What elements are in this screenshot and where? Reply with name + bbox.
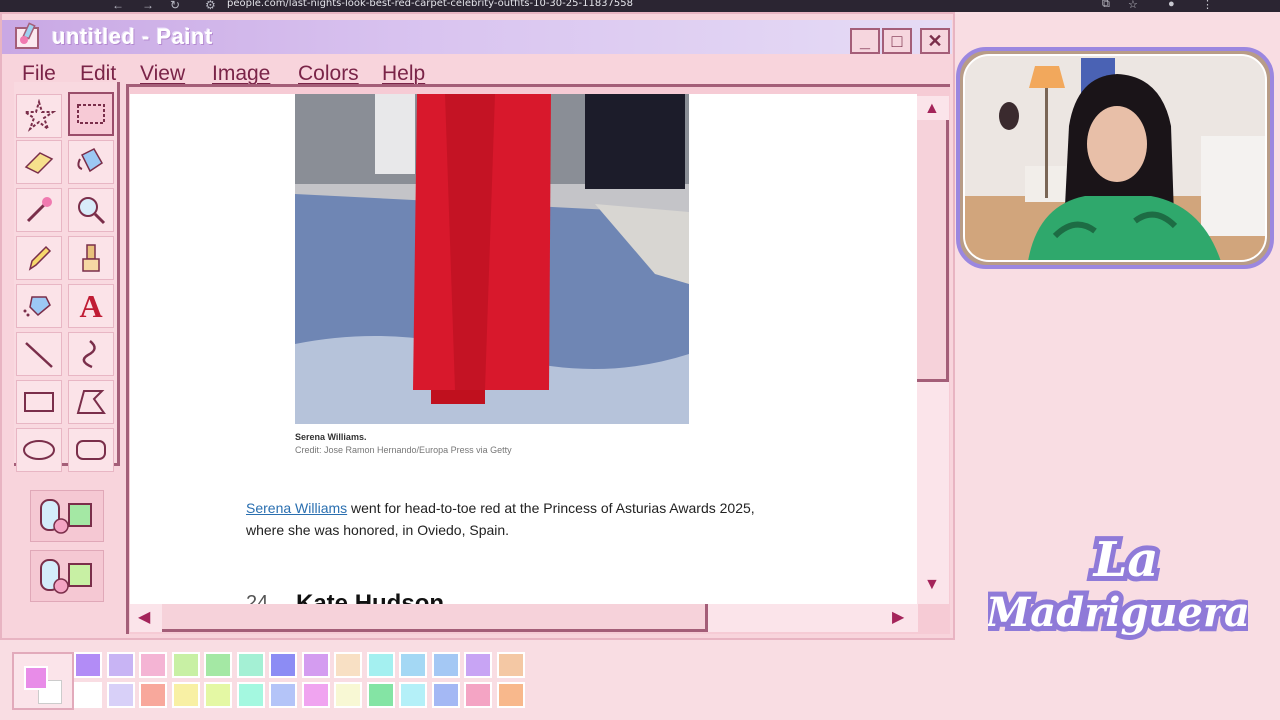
article-photo — [295, 94, 689, 424]
palette-swatch[interactable] — [431, 682, 460, 708]
menu-view[interactable]: View — [140, 62, 185, 86]
streamer-video — [965, 56, 1265, 260]
palette-swatch[interactable] — [431, 652, 460, 678]
vertical-scrollbar[interactable]: ▲ ▼ — [917, 96, 949, 604]
opaque-option-button[interactable] — [30, 550, 104, 602]
title-bar: untitled - Paint _ □ ✕ — [2, 20, 952, 54]
palette-swatch[interactable] — [334, 652, 362, 678]
rectangle-icon[interactable] — [16, 380, 62, 424]
scroll-right-icon[interactable]: ▶ — [892, 607, 904, 627]
palette-swatch[interactable] — [496, 682, 525, 708]
airbrush-icon[interactable] — [16, 284, 62, 328]
palette-swatch[interactable] — [366, 682, 395, 708]
menu-help[interactable]: Help — [382, 62, 425, 86]
polygon-icon[interactable] — [68, 380, 114, 424]
address-bar[interactable]: people.com/last-nights-look-best-red-car… — [227, 0, 633, 9]
palette-swatch[interactable] — [301, 682, 330, 708]
eraser-icon[interactable] — [16, 140, 62, 184]
shapes-opaque-icon — [40, 499, 92, 534]
article-paragraph: Serena Williams went for head-to-toe red… — [246, 497, 766, 541]
brush-icon[interactable] — [68, 236, 114, 280]
palette-swatch[interactable] — [269, 652, 297, 678]
celebrity-link[interactable]: Serena Williams — [246, 500, 347, 516]
pencil-icon[interactable] — [16, 236, 62, 280]
palette-swatch[interactable] — [301, 652, 330, 678]
profile-icon[interactable]: ● — [1168, 0, 1175, 10]
palette-swatch[interactable] — [464, 652, 492, 678]
minimize-button[interactable]: _ — [850, 28, 880, 54]
toolbox: A — [14, 82, 120, 472]
arrow-left-icon[interactable]: ← — [112, 0, 124, 12]
logo-line-2: Madriguera — [988, 589, 1248, 636]
vertical-scroll-thumb[interactable] — [917, 120, 949, 382]
photo-credit: Credit: Jose Ramon Hernando/Europa Press… — [295, 445, 512, 455]
color-picker-icon[interactable] — [16, 188, 62, 232]
palette-swatch[interactable] — [236, 682, 265, 708]
curve-icon[interactable] — [68, 332, 114, 376]
rect-select-icon[interactable] — [68, 92, 114, 136]
palette-swatch[interactable] — [236, 652, 265, 678]
browser-bar: ← → ↻ ⚙ people.com/last-nights-look-best… — [0, 0, 1280, 12]
shapes-transparent-icon — [40, 559, 92, 594]
window-title: untitled - Paint — [52, 24, 213, 49]
line-icon[interactable] — [16, 332, 62, 376]
rounded-rect-icon[interactable] — [68, 428, 114, 472]
palette-swatch[interactable] — [204, 652, 232, 678]
scroll-up-icon[interactable]: ▲ — [924, 100, 940, 118]
palette-swatch[interactable] — [366, 652, 395, 678]
color-palette — [8, 652, 534, 712]
palette-swatch[interactable] — [106, 682, 135, 708]
horizontal-scrollbar[interactable]: ◀ ▶ — [130, 604, 918, 632]
palette-swatch[interactable] — [74, 682, 102, 708]
more-icon[interactable]: ⋮ — [1202, 0, 1213, 11]
palette-swatch[interactable] — [106, 652, 135, 678]
maximize-button[interactable]: □ — [882, 28, 912, 54]
site-info-icon[interactable]: ⚙ — [205, 0, 216, 12]
text-icon[interactable]: A — [68, 284, 114, 328]
palette-swatch[interactable] — [204, 682, 232, 708]
palette-swatch[interactable] — [139, 652, 167, 678]
fill-bucket-icon[interactable] — [68, 140, 114, 184]
menu-image[interactable]: Image — [212, 62, 270, 86]
palette-swatch[interactable] — [171, 682, 200, 708]
webcam-overlay — [956, 47, 1274, 269]
la-madriguera-logo: La Madriguera — [988, 527, 1248, 641]
magnifier-icon[interactable] — [68, 188, 114, 232]
ellipse-icon[interactable] — [16, 428, 62, 472]
palette-swatch[interactable] — [171, 652, 200, 678]
logo-line-1: La — [1092, 532, 1159, 588]
current-colors[interactable] — [12, 652, 74, 710]
menu-colors[interactable]: Colors — [298, 62, 359, 86]
reload-icon[interactable]: ↻ — [170, 0, 180, 12]
transparent-option-button[interactable] — [30, 490, 104, 542]
palette-swatch[interactable] — [464, 682, 492, 708]
palette-swatch[interactable] — [74, 652, 102, 678]
horizontal-scroll-thumb[interactable] — [162, 604, 708, 632]
free-select-icon[interactable] — [16, 94, 62, 138]
scroll-down-icon[interactable]: ▼ — [924, 576, 940, 594]
palette-swatch[interactable] — [399, 652, 427, 678]
photo-caption: Serena Williams. — [295, 432, 367, 442]
foreground-color-swatch[interactable] — [24, 666, 48, 690]
star-icon[interactable]: ☆ — [1128, 0, 1138, 11]
drawing-canvas[interactable]: Serena Williams. Credit: Jose Ramon Hern… — [130, 94, 917, 606]
palette-swatch[interactable] — [496, 652, 525, 678]
palette-swatch[interactable] — [334, 682, 362, 708]
paint-app-icon — [15, 22, 39, 49]
translate-icon[interactable]: ⧉ — [1102, 0, 1110, 11]
scroll-left-icon[interactable]: ◀ — [138, 607, 150, 627]
arrow-right-icon[interactable]: → — [142, 0, 154, 12]
close-button[interactable]: ✕ — [920, 28, 950, 54]
palette-swatch[interactable] — [139, 682, 167, 708]
palette-swatch[interactable] — [399, 682, 427, 708]
palette-swatch[interactable] — [269, 682, 297, 708]
